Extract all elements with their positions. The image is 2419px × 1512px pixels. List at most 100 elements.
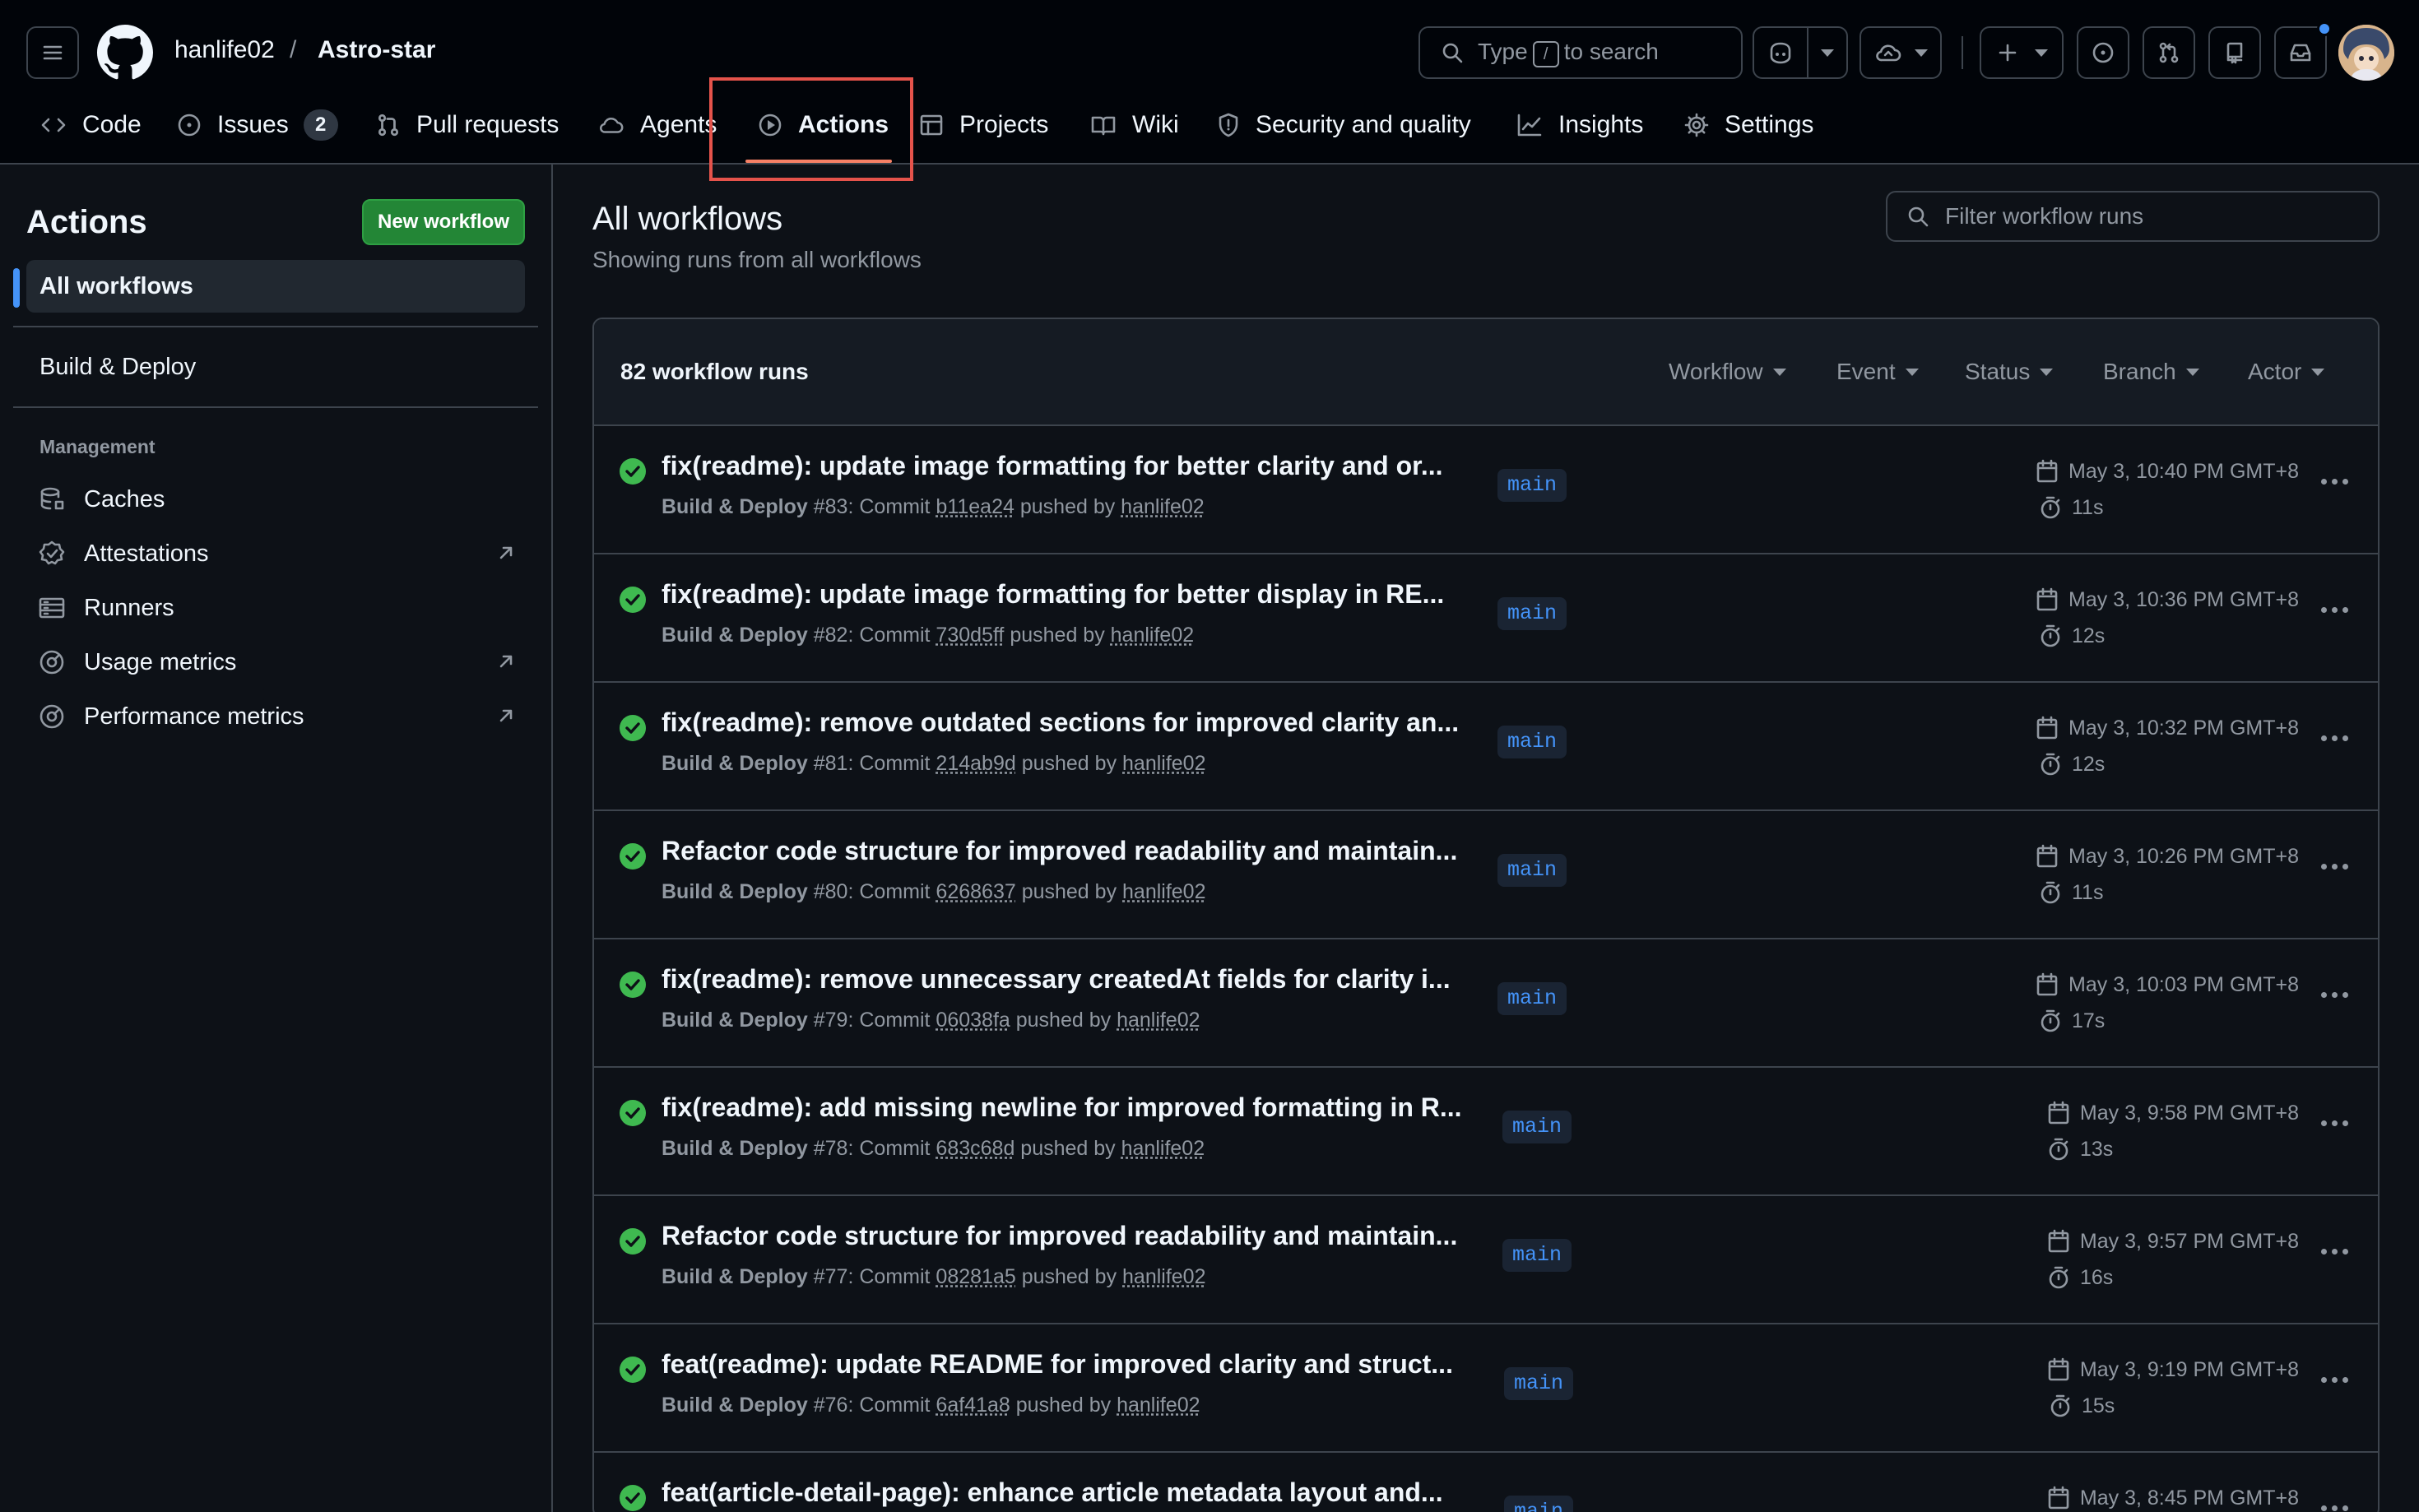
- tab-pull-requests[interactable]: Pull requests: [375, 102, 559, 148]
- run-actor-link[interactable]: hanlife02: [1111, 624, 1194, 647]
- run-actor-link[interactable]: hanlife02: [1121, 495, 1204, 518]
- tab-agents[interactable]: Agents: [597, 102, 717, 148]
- new-workflow-button[interactable]: New workflow: [362, 199, 525, 245]
- run-branch-badge[interactable]: main: [1497, 469, 1567, 502]
- kebab-menu-icon[interactable]: [2321, 992, 2348, 998]
- run-actor-link[interactable]: hanlife02: [1117, 1009, 1200, 1032]
- run-title-link[interactable]: fix(readme): add missing newline for imp…: [662, 1092, 1462, 1123]
- run-branch-badge[interactable]: main: [1504, 1367, 1574, 1400]
- breadcrumb-owner[interactable]: hanlife02: [174, 36, 275, 64]
- kebab-menu-icon[interactable]: [2321, 607, 2348, 613]
- tab-code[interactable]: Code: [39, 102, 142, 148]
- chevron-down-icon[interactable]: [2035, 49, 2048, 57]
- kebab-menu-icon[interactable]: [2321, 735, 2348, 741]
- your-issues-button[interactable]: [2077, 26, 2129, 79]
- inbox-icon: [2290, 44, 2311, 62]
- tab-issues[interactable]: Issues 2: [176, 102, 338, 148]
- kebab-menu-icon[interactable]: [2321, 864, 2348, 870]
- kebab-menu-icon[interactable]: [2321, 1377, 2348, 1383]
- run-actor-link[interactable]: hanlife02: [1117, 1394, 1200, 1417]
- run-branch-badge[interactable]: main: [1502, 1239, 1572, 1272]
- create-new-button[interactable]: [1980, 26, 2064, 79]
- run-commit-link[interactable]: 08281a5: [936, 1265, 1015, 1288]
- chevron-down-icon[interactable]: [1820, 49, 1834, 57]
- kebab-menu-icon[interactable]: [2321, 1505, 2348, 1511]
- event-filter-dropdown[interactable]: Event: [1836, 359, 1919, 385]
- kebab-menu-icon[interactable]: [2321, 1120, 2348, 1126]
- workflow-run-row[interactable]: fix(readme): add missing newline for imp…: [594, 1068, 2378, 1196]
- sidebar-item-usage-metrics[interactable]: Usage metrics: [38, 639, 525, 685]
- run-title-link[interactable]: Refactor code structure for improved rea…: [662, 1221, 1457, 1251]
- run-duration-text: 17s: [2072, 1009, 2106, 1032]
- run-title-link[interactable]: fix(readme): remove unnecessary createdA…: [662, 964, 1451, 995]
- run-commit-link[interactable]: 06038fa: [936, 1009, 1010, 1032]
- run-commit-link[interactable]: 683c68d: [936, 1137, 1014, 1160]
- global-search[interactable]: Type / to search: [1418, 26, 1743, 79]
- sidebar-item-runners[interactable]: Runners: [38, 585, 525, 631]
- run-title-link[interactable]: feat(article-detail-page): enhance artic…: [662, 1477, 1443, 1508]
- sidebar-item-caches[interactable]: Caches: [38, 476, 525, 522]
- run-title-link[interactable]: Refactor code structure for improved rea…: [662, 836, 1457, 866]
- sidebar-item-attestations[interactable]: Attestations: [38, 531, 525, 577]
- code-icon: [41, 118, 66, 132]
- notifications-button[interactable]: [2274, 21, 2332, 79]
- user-avatar[interactable]: [2338, 25, 2394, 81]
- tab-security-and-quality[interactable]: Security and quality: [1216, 102, 1471, 148]
- actor-filter-dropdown[interactable]: Actor: [2248, 359, 2325, 385]
- active-item-indicator: [13, 268, 20, 308]
- chevron-down-icon[interactable]: [1915, 49, 1928, 57]
- run-actor-link[interactable]: hanlife02: [1122, 752, 1205, 775]
- tab-wiki[interactable]: Wiki: [1089, 102, 1179, 148]
- github-logo[interactable]: [97, 25, 153, 81]
- menu-button[interactable]: [26, 26, 79, 79]
- run-actor-link[interactable]: hanlife02: [1122, 1265, 1205, 1288]
- run-branch-badge[interactable]: main: [1497, 726, 1567, 758]
- run-actor-link[interactable]: hanlife02: [1122, 880, 1205, 903]
- kebab-menu-icon[interactable]: [2321, 1249, 2348, 1255]
- tab-projects[interactable]: Projects: [918, 102, 1048, 148]
- workflow-run-row[interactable]: Refactor code structure for improved rea…: [594, 811, 2378, 939]
- sidebar-divider: [13, 406, 538, 408]
- workflow-run-row[interactable]: fix(readme): update image formatting for…: [594, 426, 2378, 554]
- run-branch-badge[interactable]: main: [1497, 982, 1567, 1015]
- run-commit-link[interactable]: b11ea24: [936, 495, 1014, 518]
- tab-insights[interactable]: Insights: [1516, 102, 1643, 148]
- run-branch-badge[interactable]: main: [1504, 1496, 1574, 1512]
- workflow-run-row[interactable]: fix(readme): update image formatting for…: [594, 554, 2378, 683]
- sidebar-item-build-deploy[interactable]: Build & Deploy: [26, 341, 525, 393]
- status-filter-dropdown[interactable]: Status: [1965, 359, 2054, 385]
- sidebar-item-performance-metrics[interactable]: Performance metrics: [38, 693, 525, 740]
- your-pull-requests-button[interactable]: [2143, 26, 2195, 79]
- run-commit-link[interactable]: 730d5ff: [936, 624, 1004, 647]
- run-branch-badge[interactable]: main: [1497, 597, 1567, 630]
- breadcrumb-repo[interactable]: Astro-star: [318, 36, 435, 64]
- branch-filter-dropdown[interactable]: Branch: [2103, 359, 2199, 385]
- workflow-filter-dropdown[interactable]: Workflow: [1669, 359, 1786, 385]
- run-commit-link[interactable]: 214ab9d: [936, 752, 1015, 775]
- sidebar-item-all-workflows[interactable]: All workflows: [26, 260, 525, 313]
- run-title-link[interactable]: fix(readme): update image formatting for…: [662, 579, 1444, 610]
- repositories-button[interactable]: [2208, 26, 2261, 79]
- workflow-run-row[interactable]: fix(readme): remove unnecessary createdA…: [594, 939, 2378, 1068]
- workflow-run-row[interactable]: feat(readme): update README for improved…: [594, 1324, 2378, 1453]
- copilot-button[interactable]: [1753, 26, 1848, 79]
- workflow-run-row[interactable]: fix(readme): remove outdated sections fo…: [594, 683, 2378, 811]
- run-title-link[interactable]: fix(readme): update image formatting for…: [662, 451, 1443, 481]
- run-duration-text: 12s: [2072, 752, 2106, 776]
- filter-input[interactable]: [1945, 203, 2373, 230]
- run-branch-badge[interactable]: main: [1497, 854, 1567, 887]
- run-title-link[interactable]: fix(readme): remove outdated sections fo…: [662, 707, 1459, 738]
- workflow-run-row[interactable]: Refactor code structure for improved rea…: [594, 1196, 2378, 1324]
- run-commit-link[interactable]: 6af41a8: [936, 1394, 1010, 1417]
- external-link-icon: [499, 709, 513, 722]
- run-commit-link[interactable]: 6268637: [936, 880, 1015, 903]
- kebab-menu-icon[interactable]: [2321, 479, 2348, 485]
- run-actor-link[interactable]: hanlife02: [1121, 1137, 1205, 1160]
- run-title-link[interactable]: feat(readme): update README for improved…: [662, 1349, 1453, 1380]
- filter-workflow-runs[interactable]: [1886, 191, 2380, 242]
- run-number: #81: [813, 752, 848, 775]
- codespaces-button[interactable]: [1860, 26, 1942, 79]
- workflow-run-row[interactable]: feat(article-detail-page): enhance artic…: [594, 1453, 2378, 1512]
- tab-settings[interactable]: Settings: [1683, 102, 1813, 148]
- run-branch-badge[interactable]: main: [1502, 1111, 1572, 1143]
